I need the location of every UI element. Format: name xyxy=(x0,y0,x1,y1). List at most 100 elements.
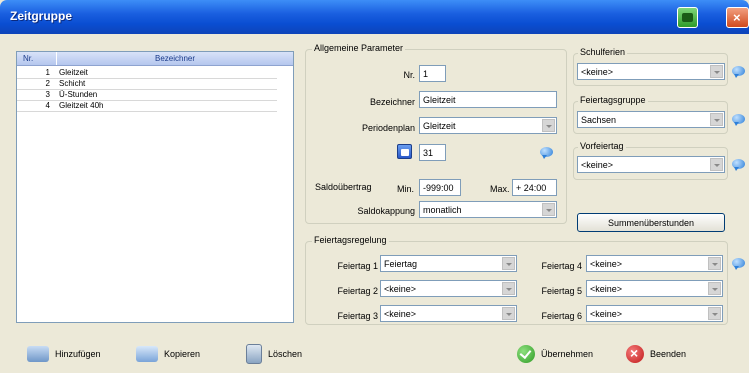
zeitgruppe-list[interactable]: Nr. Bezeichner 1 Gleitzeit 2 Schicht 3 Ü… xyxy=(16,51,294,323)
vorfeiertag-value: <keine> xyxy=(581,160,614,170)
feiertag-4-label: Feiertag 4 xyxy=(541,261,582,271)
feiertag-5-label: Feiertag 5 xyxy=(541,286,582,296)
periodenplan-label: Periodenplan xyxy=(361,123,415,133)
feiertag-6-value: <keine> xyxy=(590,309,623,319)
check-icon xyxy=(517,345,535,363)
min-field[interactable]: -999:00 xyxy=(419,179,461,196)
feiertag-4-value: <keine> xyxy=(590,259,623,269)
list-item-nr: 4 xyxy=(45,101,50,110)
calendar-icon[interactable] xyxy=(397,144,412,159)
feiertag-2-value: <keine> xyxy=(384,284,417,294)
feiertag-1-select[interactable]: Feiertag xyxy=(380,255,517,272)
allgemeine-parameter-legend: Allgemeine Parameter xyxy=(312,43,406,53)
saldokappung-value: monatlich xyxy=(423,205,462,215)
column-header-bezeichner[interactable]: Bezeichner xyxy=(58,52,292,65)
trash-icon xyxy=(246,344,262,364)
feiertag-5-select[interactable]: <keine> xyxy=(586,280,723,297)
info-bubble-icon[interactable] xyxy=(732,114,745,126)
nr-label: Nr. xyxy=(403,70,415,80)
chevron-down-icon[interactable] xyxy=(710,65,723,78)
feiertag-3-value: <keine> xyxy=(384,309,417,319)
periodenplan-select[interactable]: Gleitzeit xyxy=(419,117,557,134)
chevron-down-icon[interactable] xyxy=(542,119,555,132)
saldokappung-label: Saldokappung xyxy=(357,206,415,216)
info-bubble-icon[interactable] xyxy=(732,258,745,270)
save-icon[interactable] xyxy=(677,7,698,28)
list-item-bezeichner: Gleitzeit xyxy=(59,68,88,77)
list-item-nr: 3 xyxy=(45,90,50,99)
uebernehmen-label: Übernehmen xyxy=(541,349,594,359)
feiertag-6-select[interactable]: <keine> xyxy=(586,305,723,322)
min-label: Min. xyxy=(397,184,415,194)
copy-icon xyxy=(136,346,158,362)
list-item[interactable]: 2 Schicht xyxy=(17,79,277,89)
max-field[interactable]: + 24:00 xyxy=(512,179,557,196)
add-icon xyxy=(27,346,49,362)
hinzufuegen-button[interactable]: Hinzufügen xyxy=(27,346,101,362)
feiertag-2-select[interactable]: <keine> xyxy=(380,280,517,297)
chevron-down-icon[interactable] xyxy=(710,158,723,171)
loeschen-label: Löschen xyxy=(268,349,303,359)
list-item[interactable]: 1 Gleitzeit xyxy=(17,68,277,78)
list-item-bezeichner: Ü-Stunden xyxy=(59,90,98,99)
feiertagsgruppe-legend: Feiertagsgruppe xyxy=(578,95,648,105)
kopieren-button[interactable]: Kopieren xyxy=(136,346,200,362)
vorfeiertag-legend: Vorfeiertag xyxy=(578,141,626,151)
bezeichner-field[interactable]: Gleitzeit xyxy=(419,91,557,108)
schulferien-legend: Schulferien xyxy=(578,47,628,57)
feiertagsgruppe-select[interactable]: Sachsen xyxy=(577,111,725,128)
chevron-down-icon[interactable] xyxy=(502,307,515,320)
chevron-down-icon[interactable] xyxy=(542,203,555,216)
bezeichner-label: Bezeichner xyxy=(369,97,415,107)
chevron-down-icon[interactable] xyxy=(502,282,515,295)
feiertagsregelung-legend: Feiertagsregelung xyxy=(312,235,389,245)
list-item-bezeichner: Gleitzeit 40h xyxy=(59,101,104,110)
close-icon: × xyxy=(733,10,741,25)
calendar-value-field[interactable]: 31 xyxy=(419,144,446,161)
row-divider xyxy=(17,111,277,112)
feiertag-3-label: Feiertag 3 xyxy=(337,311,378,321)
kopieren-label: Kopieren xyxy=(164,349,201,359)
chevron-down-icon[interactable] xyxy=(708,307,721,320)
list-item-bezeichner: Schicht xyxy=(59,79,86,88)
feiertag-6-label: Feiertag 6 xyxy=(541,311,582,321)
hinzufuegen-label: Hinzufügen xyxy=(55,349,101,359)
uebernehmen-button[interactable]: Übernehmen xyxy=(517,345,593,363)
saldouebertrag-label: Saldoübertrag xyxy=(315,182,372,192)
chevron-down-icon[interactable] xyxy=(708,282,721,295)
nr-field[interactable]: 1 xyxy=(419,65,446,82)
saldokappung-select[interactable]: monatlich xyxy=(419,201,557,218)
feiertag-1-value: Feiertag xyxy=(384,259,418,269)
periodenplan-value: Gleitzeit xyxy=(423,121,456,131)
window-title: Zeitgruppe xyxy=(10,9,72,23)
feiertagsgruppe-value: Sachsen xyxy=(581,115,617,125)
title-bar: Zeitgruppe × xyxy=(0,0,749,34)
list-item[interactable]: 3 Ü-Stunden xyxy=(17,90,277,100)
feiertag-5-value: <keine> xyxy=(590,284,623,294)
list-item-nr: 2 xyxy=(45,79,50,88)
exit-icon xyxy=(626,345,644,363)
close-button[interactable]: × xyxy=(726,7,749,28)
schulferien-select[interactable]: <keine> xyxy=(577,63,725,80)
vorfeiertag-select[interactable]: <keine> xyxy=(577,156,725,173)
beenden-label: Beenden xyxy=(650,349,687,359)
chevron-down-icon[interactable] xyxy=(710,113,723,126)
list-item[interactable]: 4 Gleitzeit 40h xyxy=(17,101,277,111)
column-header-nr[interactable]: Nr. xyxy=(17,52,57,65)
max-label: Max. xyxy=(490,184,510,194)
feiertag-1-label: Feiertag 1 xyxy=(337,261,378,271)
loeschen-button[interactable]: Löschen xyxy=(246,344,302,364)
beenden-button[interactable]: Beenden xyxy=(626,345,686,363)
list-item-nr: 1 xyxy=(45,68,50,77)
feiertag-2-label: Feiertag 2 xyxy=(337,286,378,296)
info-bubble-icon[interactable] xyxy=(732,66,745,78)
feiertag-3-select[interactable]: <keine> xyxy=(380,305,517,322)
list-header: Nr. Bezeichner xyxy=(17,52,293,66)
info-bubble-icon[interactable] xyxy=(540,147,553,159)
chevron-down-icon[interactable] xyxy=(708,257,721,270)
info-bubble-icon[interactable] xyxy=(732,159,745,171)
schulferien-value: <keine> xyxy=(581,67,614,77)
chevron-down-icon[interactable] xyxy=(502,257,515,270)
feiertag-4-select[interactable]: <keine> xyxy=(586,255,723,272)
summenueberstunden-button[interactable]: Summenüberstunden xyxy=(577,213,725,232)
